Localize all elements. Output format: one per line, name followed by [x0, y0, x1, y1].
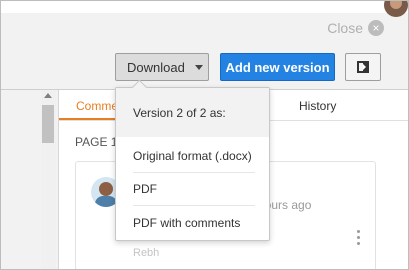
active-tab-indicator	[59, 118, 119, 120]
version-dialog: Close × Download Add new version Comme H…	[0, 0, 409, 270]
page-label: PAGE 1	[75, 135, 118, 149]
toggle-sidebar-button[interactable]	[345, 53, 381, 81]
scroll-up-arrow-icon[interactable]	[44, 93, 52, 98]
more-options-icon[interactable]	[357, 230, 360, 248]
menu-divider	[133, 205, 255, 206]
add-new-version-label: Add new version	[225, 59, 330, 75]
menu-divider	[133, 172, 255, 173]
scrollbar-thumb[interactable]	[42, 105, 54, 143]
close-label: Close	[327, 20, 363, 36]
dropdown-header-label: Version 2 of 2 as:	[133, 106, 226, 120]
close-button[interactable]: Close ×	[327, 20, 384, 36]
menu-item-pdf[interactable]: PDF	[133, 182, 255, 196]
download-dropdown-menu: Version 2 of 2 as: Original format (.doc…	[115, 79, 270, 241]
download-label: Download	[127, 59, 185, 75]
comment-author: Rebh	[133, 247, 160, 259]
tab-history[interactable]: History	[299, 99, 336, 113]
add-new-version-button[interactable]: Add new version	[220, 53, 335, 81]
tab-comments[interactable]: Comme	[76, 99, 118, 113]
download-button[interactable]: Download	[115, 53, 209, 81]
close-icon: ×	[368, 20, 384, 36]
user-avatar[interactable]	[384, 1, 408, 17]
top-strip	[1, 1, 408, 13]
caret-down-icon	[194, 64, 203, 70]
menu-item-pdf-with-comments[interactable]: PDF with comments	[133, 216, 255, 230]
menu-item-original-format[interactable]: Original format (.docx)	[133, 149, 255, 163]
